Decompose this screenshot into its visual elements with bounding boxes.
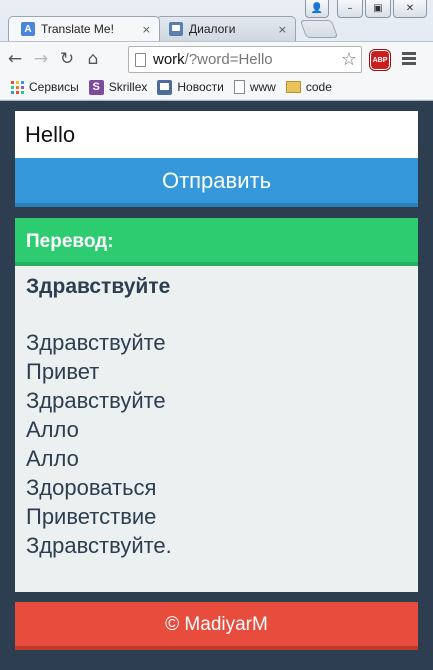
page-icon <box>233 80 245 94</box>
translation-variant: Приветствие <box>26 504 157 529</box>
translation-variant: Здравствуйте <box>26 388 166 413</box>
tab-close-icon[interactable]: × <box>142 23 151 36</box>
maximize-button[interactable]: ▣ <box>365 0 391 18</box>
home-icon[interactable]: ⌂ <box>82 48 104 70</box>
word-input[interactable] <box>15 111 418 158</box>
bookmark-star-icon[interactable]: ☆ <box>341 49 357 70</box>
page-icon <box>135 52 146 67</box>
translation-variant: Здороваться <box>26 475 157 500</box>
folder-icon <box>285 81 301 93</box>
bookmark-news[interactable]: Новости <box>157 79 224 95</box>
bookmark-services[interactable]: Сервисы <box>11 80 79 94</box>
submit-button[interactable]: Отправить <box>15 158 418 207</box>
browser-window-frame: 👤 – ▣ ✕ A Translate Me! × Диалоги × ← → … <box>0 0 433 101</box>
translation-variant: Привет <box>26 359 100 384</box>
new-tab-button[interactable] <box>299 20 339 38</box>
reload-icon[interactable]: ↻ <box>56 48 78 70</box>
tab-translate-me[interactable]: A Translate Me! × <box>8 16 160 41</box>
bookmarks-bar: Сервисы S Skrillex Новости www code <box>0 75 433 99</box>
window-controls: 👤 – ▣ ✕ <box>305 0 427 18</box>
tab-close-icon[interactable]: × <box>278 23 287 36</box>
back-arrow-icon[interactable]: ← <box>4 48 26 70</box>
bookmark-label: Сервисы <box>29 80 79 94</box>
tab-strip: A Translate Me! × Диалоги × <box>8 16 296 41</box>
bookmark-label: Новости <box>177 80 224 94</box>
page-content: Отправить Перевод: Здравствуйте Здравств… <box>8 101 425 670</box>
browser-toolbar: ← → ↻ ⌂ work/?word=Hello ☆ ABP <box>0 41 433 75</box>
translation-variant: Здравствуйте <box>26 330 166 355</box>
forward-arrow-icon[interactable]: → <box>30 48 52 70</box>
dialog-favicon-icon <box>169 22 183 36</box>
footer: © MadiyarM <box>15 602 418 650</box>
bookmark-code[interactable]: code <box>285 80 332 94</box>
tab-label: Диалоги <box>189 22 236 36</box>
bookmark-label: code <box>305 80 332 94</box>
translation-variant: Здравствуйте. <box>26 533 172 558</box>
profile-icon[interactable]: 👤 <box>305 0 329 18</box>
main-translation: Здравствуйте <box>26 275 171 298</box>
translate-favicon-icon: A <box>21 22 35 36</box>
tab-dialogs[interactable]: Диалоги × <box>156 16 296 41</box>
url-path: /?word=Hello <box>184 51 273 68</box>
bookmark-label: Skrillex <box>108 80 148 94</box>
adblock-plus-icon[interactable]: ABP <box>370 50 390 70</box>
bookmark-skrillex[interactable]: S Skrillex <box>88 79 148 95</box>
bookmark-label: www <box>249 80 276 94</box>
translation-header: Перевод: <box>15 218 418 266</box>
tab-label: Translate Me! <box>41 22 114 36</box>
translation-variant: Алло <box>26 417 79 442</box>
news-icon <box>157 79 173 95</box>
close-window-button[interactable]: ✕ <box>393 0 427 18</box>
bookmark-www[interactable]: www <box>233 80 276 94</box>
translation-variant: Алло <box>26 446 79 471</box>
chrome-menu-icon[interactable] <box>402 52 416 67</box>
translation-panel: Здравствуйте Здравствуйте Привет Здравст… <box>15 266 418 592</box>
skrillex-icon: S <box>88 79 104 95</box>
apps-icon <box>11 80 24 94</box>
address-bar[interactable]: work/?word=Hello ☆ <box>128 46 362 73</box>
url-host: work <box>153 51 185 68</box>
minimize-button[interactable]: – <box>337 0 363 18</box>
